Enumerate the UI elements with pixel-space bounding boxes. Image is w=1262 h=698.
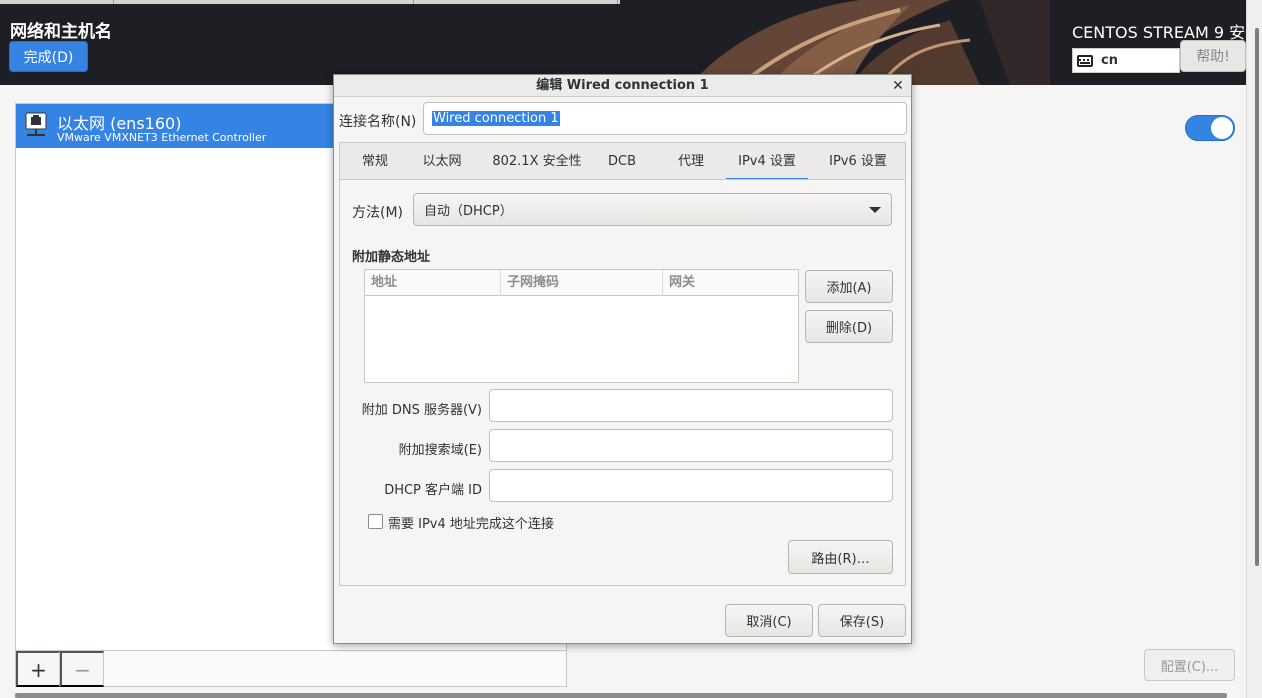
strip-divider	[413, 0, 414, 4]
scrollbar-thumb[interactable]	[1255, 28, 1259, 566]
done-button[interactable]: 完成(D)	[9, 41, 88, 72]
method-label: 方法(M)	[352, 205, 404, 221]
remove-device-button[interactable]: −	[60, 651, 104, 687]
header-bar: 网络和主机名 完成(D) CENTOS STREAM 9 安装 cn 帮助!	[0, 0, 1246, 85]
tab-proxy[interactable]: 代理	[666, 143, 716, 181]
add-device-button[interactable]: +	[16, 651, 60, 687]
dialog-title: 编辑 Wired connection 1	[536, 78, 709, 93]
top-window-strip	[0, 0, 620, 4]
static-addresses-heading: 附加静态地址	[352, 250, 431, 265]
device-list-item[interactable]: 以太网 (ens160) VMware VMXNET3 Ethernet Con…	[16, 104, 336, 148]
method-select[interactable]: 自动（DHCP）	[413, 193, 892, 226]
chevron-down-icon	[869, 207, 881, 213]
cancel-button[interactable]: 取消(C)	[725, 604, 813, 637]
save-button[interactable]: 保存(S)	[818, 604, 906, 637]
dhcp-client-id-input[interactable]	[489, 469, 893, 502]
require-ipv4-checkbox[interactable]	[368, 514, 383, 529]
close-icon[interactable]: ✕	[889, 75, 907, 97]
toggle-knob	[1211, 117, 1233, 139]
static-addresses-table[interactable]: 地址 子网掩码 网关	[364, 269, 799, 383]
column-header-gateway[interactable]: 网关	[663, 270, 798, 296]
connection-name-label: 连接名称(N)	[339, 114, 417, 130]
header-artwork	[690, 0, 1050, 85]
connection-name-value: Wired connection 1	[432, 111, 560, 126]
keyboard-layout-indicator[interactable]: cn	[1072, 48, 1180, 73]
configure-button[interactable]: 配置(C)...	[1144, 649, 1235, 681]
keyboard-icon	[1077, 54, 1093, 67]
tab-ipv6-settings[interactable]: IPv6 设置	[818, 143, 898, 181]
tab-ethernet[interactable]: 以太网	[412, 143, 472, 181]
device-list-toolbar: + −	[16, 650, 566, 687]
tab-dcb[interactable]: DCB	[602, 143, 642, 181]
delete-address-button[interactable]: 删除(D)	[805, 310, 893, 343]
require-ipv4-label[interactable]: 需要 IPv4 地址完成这个连接	[388, 513, 554, 532]
network-wired-icon	[25, 112, 47, 136]
horizontal-scrollbar[interactable]	[15, 693, 1227, 698]
routes-button[interactable]: 路由(R)…	[788, 540, 893, 574]
device-description: VMware VMXNET3 Ethernet Controller	[57, 131, 267, 144]
search-domains-input[interactable]	[489, 429, 893, 462]
dns-servers-label: 附加 DNS 服务器(V)	[361, 403, 482, 418]
method-value: 自动（DHCP）	[424, 204, 513, 219]
strip-divider	[617, 0, 618, 4]
dialog-titlebar: 编辑 Wired connection 1 ✕	[334, 75, 911, 97]
column-header-netmask[interactable]: 子网掩码	[501, 270, 663, 296]
connection-name-input[interactable]: Wired connection 1	[423, 102, 907, 135]
keyboard-layout-label: cn	[1101, 53, 1118, 68]
help-button[interactable]: 帮助!	[1180, 40, 1246, 72]
settings-tabbar: 常规 以太网 802.1X 安全性 DCB 代理 IPv4 设置 IPv6 设置	[339, 142, 906, 181]
ipv4-settings-panel: 方法(M) 自动（DHCP） 附加静态地址 地址 子网掩码 网关 添加(A) 删…	[339, 179, 906, 586]
device-toggle-switch[interactable]	[1185, 115, 1235, 141]
tab-8021x-security[interactable]: 802.1X 安全性	[484, 143, 590, 181]
tab-general[interactable]: 常规	[350, 143, 400, 181]
tab-ipv4-settings[interactable]: IPv4 设置	[726, 143, 808, 181]
page-scrollbar[interactable]	[1246, 0, 1262, 698]
column-header-address[interactable]: 地址	[365, 270, 501, 296]
table-header: 地址 子网掩码 网关	[365, 270, 798, 296]
edit-connection-dialog: 编辑 Wired connection 1 ✕ 连接名称(N) Wired co…	[333, 74, 912, 644]
dhcp-client-id-label: DHCP 客户端 ID	[384, 483, 482, 498]
page-title: 网络和主机名	[10, 22, 112, 42]
dns-servers-input[interactable]	[489, 389, 893, 422]
strip-divider	[113, 0, 114, 4]
add-address-button[interactable]: 添加(A)	[805, 270, 893, 303]
search-domains-label: 附加搜索域(E)	[398, 443, 482, 458]
